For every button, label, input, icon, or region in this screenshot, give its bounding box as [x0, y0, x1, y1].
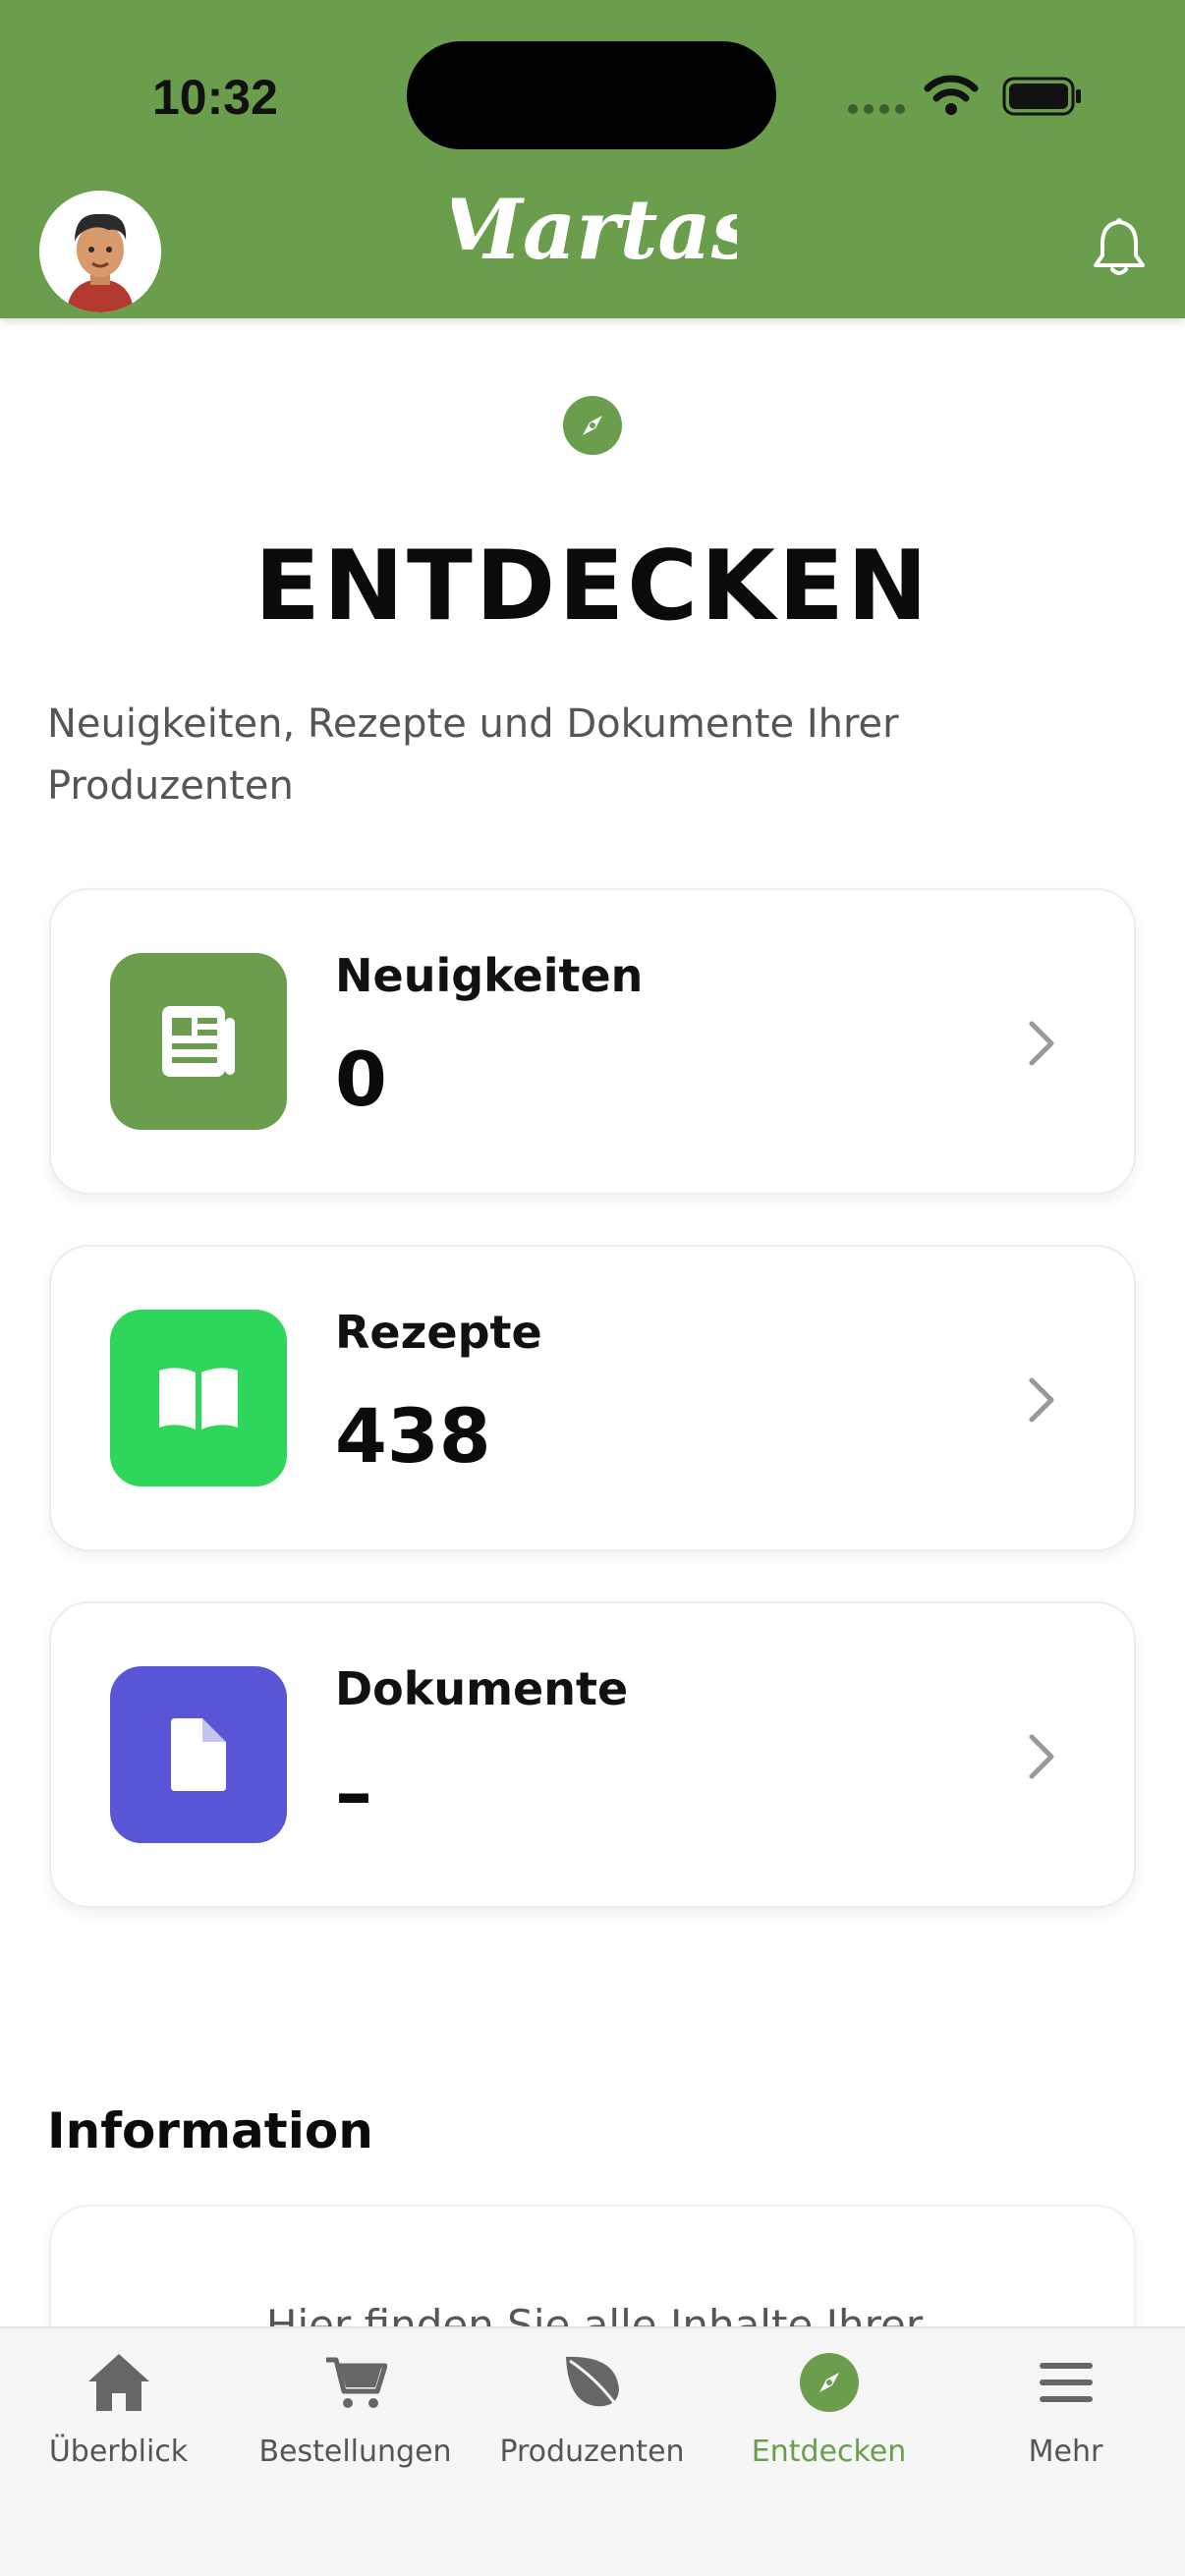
martas-logo: Martas [452, 181, 737, 278]
newspaper-icon [110, 953, 287, 1130]
page-title: ENTDECKEN [254, 531, 931, 643]
tab-ueberblick[interactable]: Überblick [0, 2328, 237, 2515]
menu-icon [1032, 2348, 1100, 2417]
cart-icon [321, 2348, 390, 2417]
tab-mehr[interactable]: Mehr [947, 2328, 1184, 2515]
avatar-illustration [39, 191, 161, 312]
avatar[interactable] [39, 191, 161, 312]
tab-label: Überblick [48, 2435, 189, 2469]
signal-icon [848, 104, 905, 114]
svg-text:Martas: Martas [452, 181, 737, 278]
chevron-right-icon [1029, 1734, 1054, 1779]
documents-card[interactable]: Dokumente – [49, 1601, 1136, 1908]
bottom-tab-bar: Überblick Bestellungen Produzenten Entde… [0, 2326, 1185, 2576]
recipes-label: Rezepte [335, 1306, 542, 1359]
recipes-count: 438 [335, 1392, 491, 1480]
tab-label: Mehr [1028, 2435, 1103, 2469]
compass-icon [795, 2348, 864, 2417]
tab-produzenten[interactable]: Produzenten [474, 2328, 710, 2515]
home-icon [85, 2348, 153, 2417]
news-count: 0 [335, 1036, 387, 1123]
page-subtitle: Neuigkeiten, Rezepte und Dokumente Ihrer… [47, 701, 899, 809]
chevron-right-icon [1029, 1377, 1054, 1423]
tab-bestellungen[interactable]: Bestellungen [237, 2328, 474, 2515]
news-card[interactable]: Neuigkeiten 0 [49, 888, 1136, 1195]
recipes-card[interactable]: Rezepte 438 [49, 1245, 1136, 1551]
documents-count: – [335, 1749, 372, 1836]
bell-icon[interactable] [1091, 216, 1148, 279]
status-time: 10:32 [152, 70, 278, 125]
compass-icon [563, 396, 622, 455]
dynamic-island [407, 41, 776, 149]
tab-label: Entdecken [751, 2435, 907, 2469]
tab-label: Produzenten [499, 2435, 685, 2469]
news-label: Neuigkeiten [335, 949, 644, 1002]
battery-icon [1002, 77, 1081, 116]
wifi-icon [924, 75, 979, 115]
app-header: 10:32 Martas [0, 0, 1185, 318]
information-title: Information [47, 2102, 373, 2159]
documents-label: Dokumente [335, 1662, 629, 1715]
tab-label: Bestellungen [258, 2435, 452, 2469]
document-icon [110, 1666, 287, 1843]
tab-entdecken[interactable]: Entdecken [710, 2328, 947, 2515]
leaf-icon [558, 2348, 627, 2417]
book-icon [110, 1310, 287, 1486]
chevron-right-icon [1029, 1021, 1054, 1066]
